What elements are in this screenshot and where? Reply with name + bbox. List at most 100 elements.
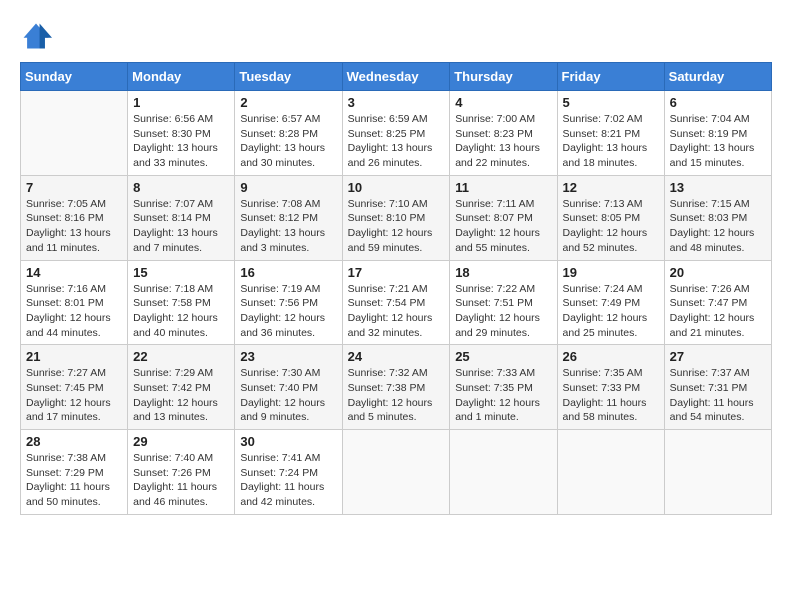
day-info: Sunrise: 7:38 AM Sunset: 7:29 PM Dayligh… <box>26 451 122 510</box>
day-info: Sunrise: 7:18 AM Sunset: 7:58 PM Dayligh… <box>133 282 229 341</box>
logo <box>20 20 56 52</box>
calendar-cell <box>450 430 557 515</box>
day-number: 2 <box>240 95 336 110</box>
calendar-cell: 3 Sunrise: 6:59 AM Sunset: 8:25 PM Daylig… <box>342 91 450 176</box>
calendar-cell: 16 Sunrise: 7:19 AM Sunset: 7:56 PM Dayli… <box>235 260 342 345</box>
calendar-cell: 6 Sunrise: 7:04 AM Sunset: 8:19 PM Daylig… <box>664 91 771 176</box>
day-number: 3 <box>348 95 445 110</box>
day-info: Sunrise: 7:35 AM Sunset: 7:33 PM Dayligh… <box>563 366 659 425</box>
day-info: Sunrise: 7:37 AM Sunset: 7:31 PM Dayligh… <box>670 366 766 425</box>
day-info: Sunrise: 6:59 AM Sunset: 8:25 PM Dayligh… <box>348 112 445 171</box>
calendar-cell: 28 Sunrise: 7:38 AM Sunset: 7:29 PM Dayli… <box>21 430 128 515</box>
day-info: Sunrise: 7:21 AM Sunset: 7:54 PM Dayligh… <box>348 282 445 341</box>
calendar-cell: 4 Sunrise: 7:00 AM Sunset: 8:23 PM Daylig… <box>450 91 557 176</box>
day-info: Sunrise: 7:04 AM Sunset: 8:19 PM Dayligh… <box>670 112 766 171</box>
day-info: Sunrise: 6:56 AM Sunset: 8:30 PM Dayligh… <box>133 112 229 171</box>
day-info: Sunrise: 7:08 AM Sunset: 8:12 PM Dayligh… <box>240 197 336 256</box>
header-saturday: Saturday <box>664 63 771 91</box>
calendar-cell: 15 Sunrise: 7:18 AM Sunset: 7:58 PM Dayli… <box>128 260 235 345</box>
day-number: 28 <box>26 434 122 449</box>
day-info: Sunrise: 7:11 AM Sunset: 8:07 PM Dayligh… <box>455 197 551 256</box>
day-number: 21 <box>26 349 122 364</box>
day-number: 4 <box>455 95 551 110</box>
day-number: 8 <box>133 180 229 195</box>
calendar-cell: 5 Sunrise: 7:02 AM Sunset: 8:21 PM Daylig… <box>557 91 664 176</box>
day-info: Sunrise: 7:02 AM Sunset: 8:21 PM Dayligh… <box>563 112 659 171</box>
calendar-week-row: 1 Sunrise: 6:56 AM Sunset: 8:30 PM Daylig… <box>21 91 772 176</box>
calendar-header-row: SundayMondayTuesdayWednesdayThursdayFrid… <box>21 63 772 91</box>
day-number: 16 <box>240 265 336 280</box>
day-number: 7 <box>26 180 122 195</box>
calendar-cell: 14Sunrise: 7:16 AM Sunset: 8:01 PM Dayli… <box>21 260 128 345</box>
day-info: Sunrise: 7:19 AM Sunset: 7:56 PM Dayligh… <box>240 282 336 341</box>
day-info: Sunrise: 7:32 AM Sunset: 7:38 PM Dayligh… <box>348 366 445 425</box>
calendar-cell: 7 Sunrise: 7:05 AM Sunset: 8:16 PM Daylig… <box>21 175 128 260</box>
calendar-cell: 21 Sunrise: 7:27 AM Sunset: 7:45 PM Dayli… <box>21 345 128 430</box>
day-number: 12 <box>563 180 659 195</box>
day-number: 10 <box>348 180 445 195</box>
day-number: 6 <box>670 95 766 110</box>
calendar-cell: 1 Sunrise: 6:56 AM Sunset: 8:30 PM Daylig… <box>128 91 235 176</box>
day-info: Sunrise: 7:13 AM Sunset: 8:05 PM Dayligh… <box>563 197 659 256</box>
header-sunday: Sunday <box>21 63 128 91</box>
calendar-cell: 19Sunrise: 7:24 AM Sunset: 7:49 PM Dayli… <box>557 260 664 345</box>
day-number: 9 <box>240 180 336 195</box>
calendar-cell: 2Sunrise: 6:57 AM Sunset: 8:28 PM Daylig… <box>235 91 342 176</box>
calendar-cell <box>342 430 450 515</box>
day-number: 26 <box>563 349 659 364</box>
calendar-cell: 29 Sunrise: 7:40 AM Sunset: 7:26 PM Dayli… <box>128 430 235 515</box>
calendar-cell <box>557 430 664 515</box>
day-number: 15 <box>133 265 229 280</box>
day-info: Sunrise: 7:40 AM Sunset: 7:26 PM Dayligh… <box>133 451 229 510</box>
day-info: Sunrise: 7:24 AM Sunset: 7:49 PM Dayligh… <box>563 282 659 341</box>
day-info: Sunrise: 7:41 AM Sunset: 7:24 PM Dayligh… <box>240 451 336 510</box>
calendar-week-row: 28 Sunrise: 7:38 AM Sunset: 7:29 PM Dayli… <box>21 430 772 515</box>
calendar-cell: 11 Sunrise: 7:11 AM Sunset: 8:07 PM Dayli… <box>450 175 557 260</box>
day-info: Sunrise: 7:33 AM Sunset: 7:35 PM Dayligh… <box>455 366 551 425</box>
day-info: Sunrise: 7:27 AM Sunset: 7:45 PM Dayligh… <box>26 366 122 425</box>
day-number: 24 <box>348 349 445 364</box>
day-info: Sunrise: 7:22 AM Sunset: 7:51 PM Dayligh… <box>455 282 551 341</box>
header-tuesday: Tuesday <box>235 63 342 91</box>
calendar-table: SundayMondayTuesdayWednesdayThursdayFrid… <box>20 62 772 515</box>
day-number: 18 <box>455 265 551 280</box>
calendar-cell: 18 Sunrise: 7:22 AM Sunset: 7:51 PM Dayli… <box>450 260 557 345</box>
day-number: 17 <box>348 265 445 280</box>
day-number: 11 <box>455 180 551 195</box>
day-number: 22 <box>133 349 229 364</box>
day-info: Sunrise: 7:07 AM Sunset: 8:14 PM Dayligh… <box>133 197 229 256</box>
calendar-cell: 27 Sunrise: 7:37 AM Sunset: 7:31 PM Dayli… <box>664 345 771 430</box>
calendar-cell: 22Sunrise: 7:29 AM Sunset: 7:42 PM Dayli… <box>128 345 235 430</box>
calendar-week-row: 7 Sunrise: 7:05 AM Sunset: 8:16 PM Daylig… <box>21 175 772 260</box>
day-number: 27 <box>670 349 766 364</box>
calendar-cell: 13 Sunrise: 7:15 AM Sunset: 8:03 PM Dayli… <box>664 175 771 260</box>
header-thursday: Thursday <box>450 63 557 91</box>
day-number: 14 <box>26 265 122 280</box>
calendar-week-row: 21 Sunrise: 7:27 AM Sunset: 7:45 PM Dayli… <box>21 345 772 430</box>
calendar-cell: 20Sunrise: 7:26 AM Sunset: 7:47 PM Dayli… <box>664 260 771 345</box>
logo-icon <box>20 20 52 52</box>
page-header <box>20 20 772 52</box>
day-number: 5 <box>563 95 659 110</box>
header-wednesday: Wednesday <box>342 63 450 91</box>
calendar-cell: 12 Sunrise: 7:13 AM Sunset: 8:05 PM Dayli… <box>557 175 664 260</box>
day-info: Sunrise: 7:15 AM Sunset: 8:03 PM Dayligh… <box>670 197 766 256</box>
calendar-cell: 30 Sunrise: 7:41 AM Sunset: 7:24 PM Dayli… <box>235 430 342 515</box>
header-monday: Monday <box>128 63 235 91</box>
calendar-cell: 10 Sunrise: 7:10 AM Sunset: 8:10 PM Dayli… <box>342 175 450 260</box>
calendar-cell: 26 Sunrise: 7:35 AM Sunset: 7:33 PM Dayli… <box>557 345 664 430</box>
day-info: Sunrise: 7:05 AM Sunset: 8:16 PM Dayligh… <box>26 197 122 256</box>
day-number: 29 <box>133 434 229 449</box>
calendar-cell: 8 Sunrise: 7:07 AM Sunset: 8:14 PM Daylig… <box>128 175 235 260</box>
calendar-cell: 24 Sunrise: 7:32 AM Sunset: 7:38 PM Dayli… <box>342 345 450 430</box>
day-number: 30 <box>240 434 336 449</box>
day-number: 13 <box>670 180 766 195</box>
day-info: Sunrise: 7:00 AM Sunset: 8:23 PM Dayligh… <box>455 112 551 171</box>
day-number: 1 <box>133 95 229 110</box>
calendar-cell: 23Sunrise: 7:30 AM Sunset: 7:40 PM Dayli… <box>235 345 342 430</box>
calendar-cell: 17 Sunrise: 7:21 AM Sunset: 7:54 PM Dayli… <box>342 260 450 345</box>
day-info: Sunrise: 7:26 AM Sunset: 7:47 PM Dayligh… <box>670 282 766 341</box>
day-info: Sunrise: 7:10 AM Sunset: 8:10 PM Dayligh… <box>348 197 445 256</box>
day-number: 25 <box>455 349 551 364</box>
calendar-cell <box>664 430 771 515</box>
